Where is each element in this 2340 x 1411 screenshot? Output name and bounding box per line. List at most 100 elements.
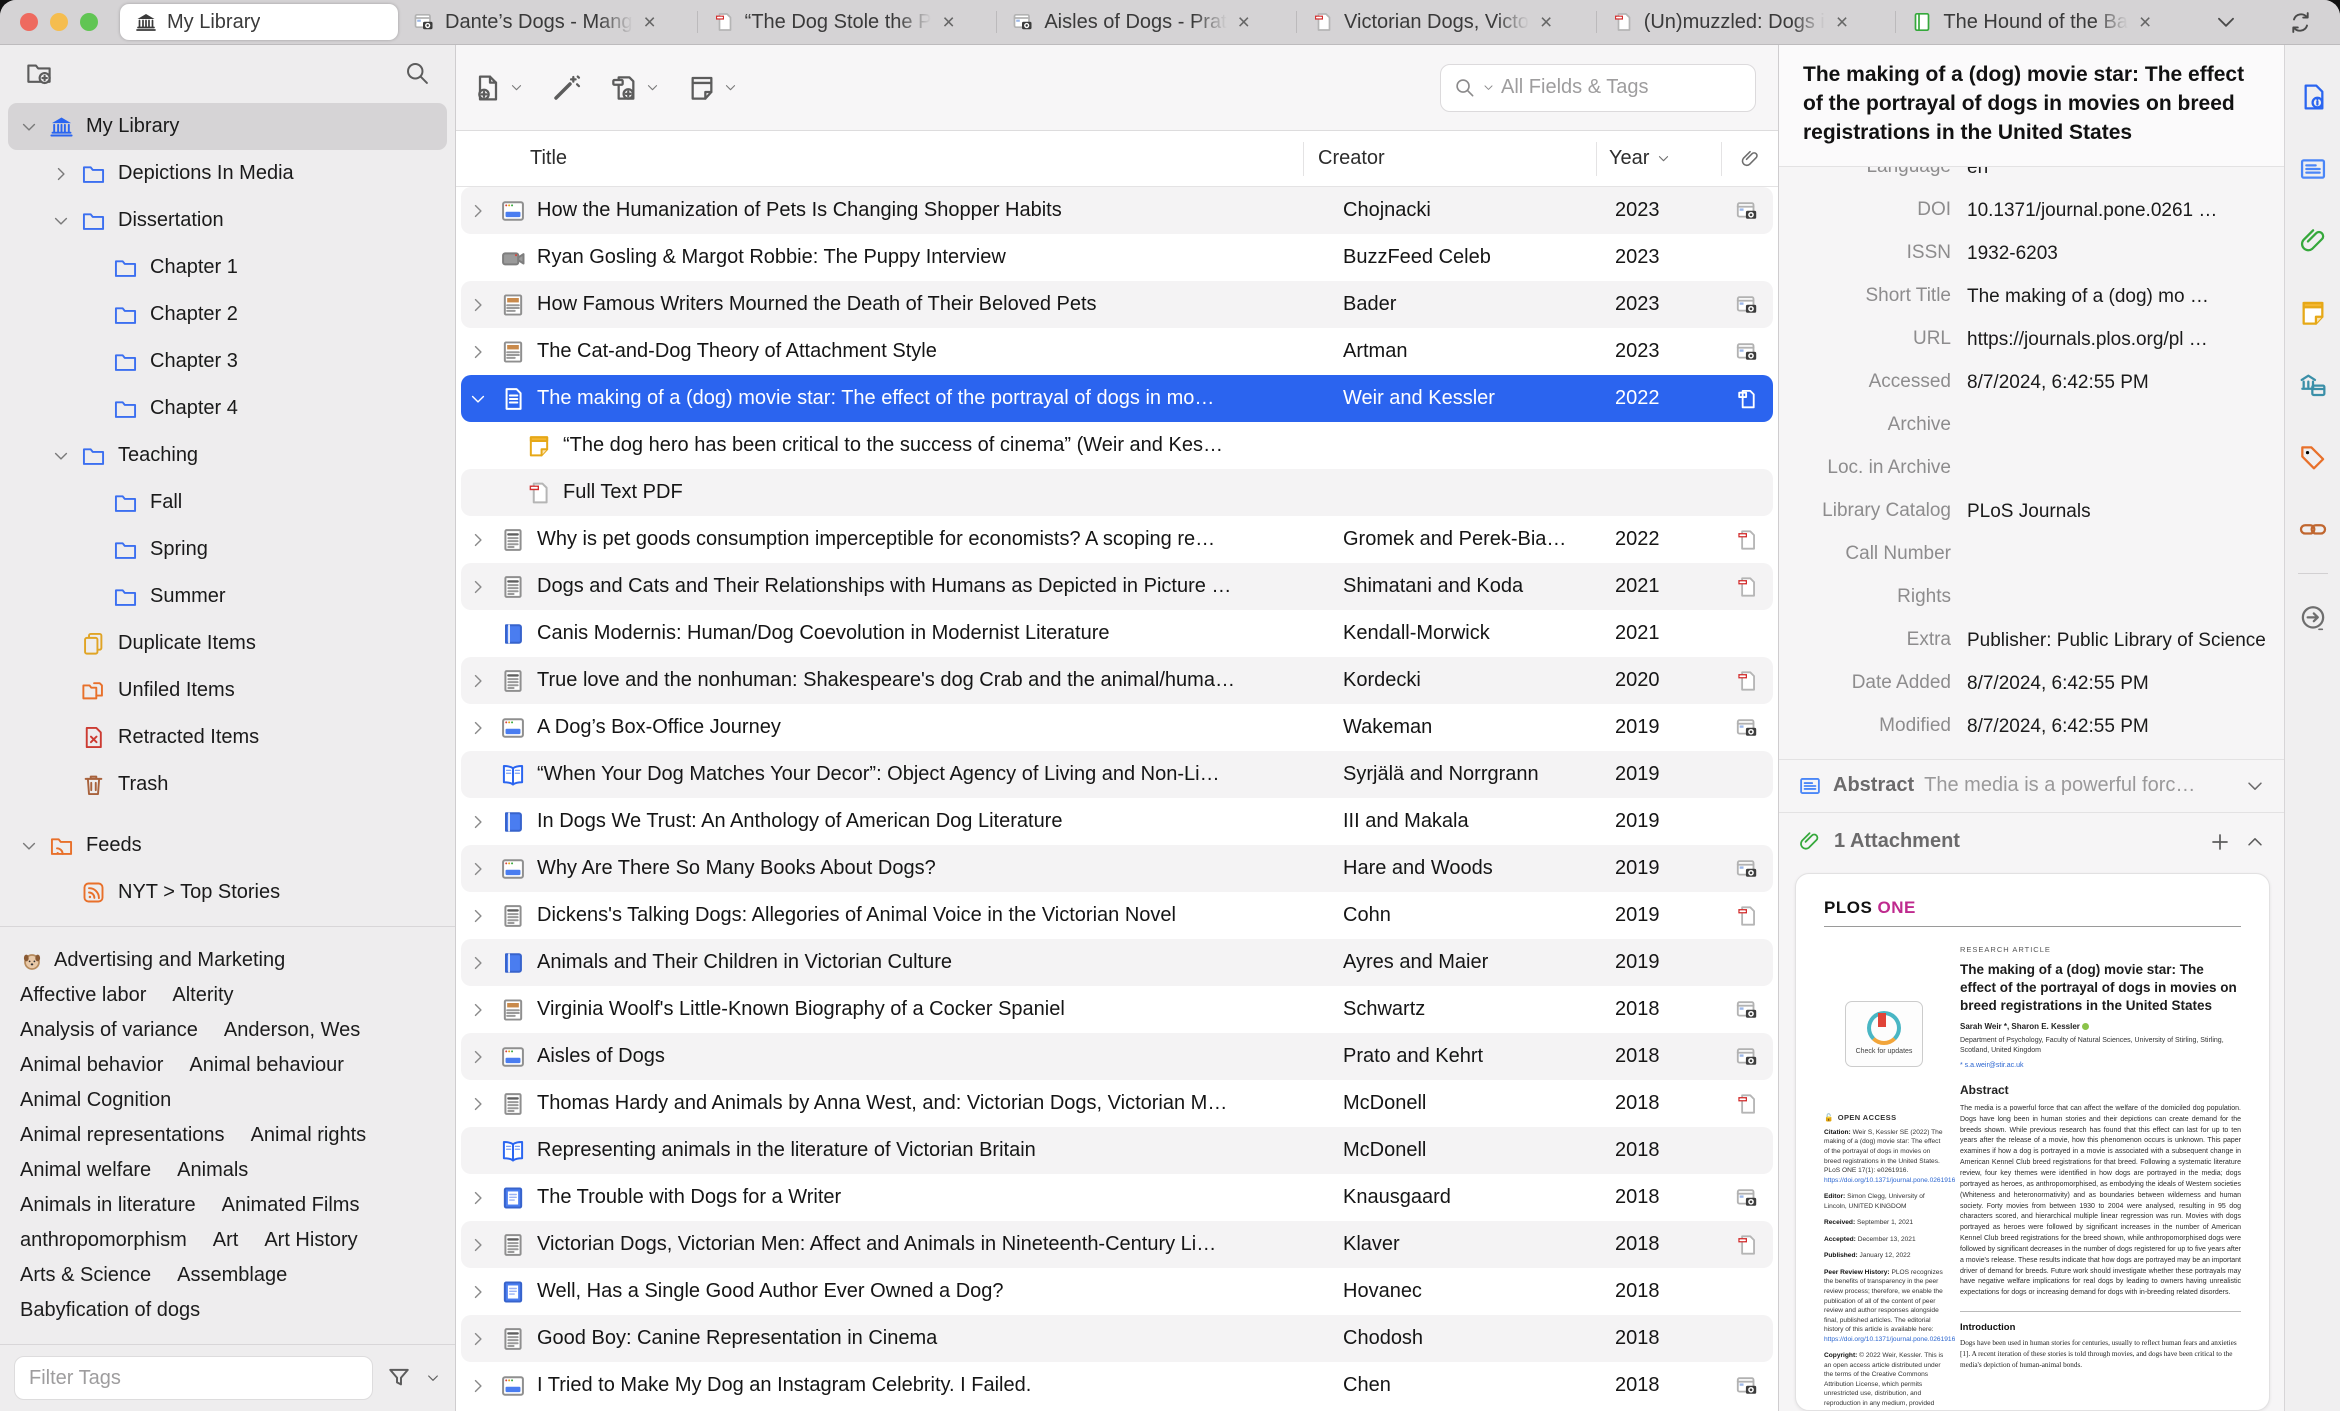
twisty-right-icon[interactable] — [461, 530, 495, 550]
tag-art-history[interactable]: Art History — [264, 1229, 357, 1252]
tag-animal-cognition[interactable]: Animal Cognition — [20, 1089, 171, 1112]
item-row[interactable]: True love and the nonhuman: Shakespeare'… — [461, 657, 1773, 704]
tag-animals[interactable]: Animals — [177, 1159, 248, 1182]
add-by-identifier-button[interactable] — [550, 72, 582, 104]
field-value[interactable]: PLoS Journals — [1967, 500, 2266, 525]
twisty-right-icon[interactable] — [461, 1000, 495, 1020]
tag-babyfication-of-dogs[interactable]: Babyfication of dogs — [20, 1299, 200, 1322]
field-value[interactable]: https://journals.plos.org/pl … — [1967, 328, 2266, 353]
tag-affective-labor[interactable]: Affective labor — [20, 984, 146, 1007]
item-row[interactable]: Good Boy: Canine Representation in Cinem… — [461, 1315, 1773, 1362]
twisty-down-icon[interactable] — [46, 211, 76, 231]
zoom-window-button[interactable] — [80, 13, 98, 31]
add-attachment-plus-icon[interactable] — [2208, 830, 2232, 854]
sidebar-item-duplicate-items[interactable]: Duplicate Items — [8, 620, 447, 667]
tag-animal-behavior[interactable]: Animal behavior — [20, 1054, 163, 1077]
field-value[interactable]: 8/7/2024, 6:42:55 PM — [1967, 371, 2266, 396]
notes-nav-icon[interactable] — [2297, 297, 2329, 329]
twisty-right-icon[interactable] — [461, 859, 495, 879]
tab-my-library[interactable]: My Library — [120, 4, 398, 40]
tag-animals-in-literature[interactable]: Animals in literature — [20, 1194, 196, 1217]
sidebar-item-depictions-in-media[interactable]: Depictions In Media — [8, 150, 447, 197]
item-row[interactable]: How Famous Writers Mourned the Death of … — [461, 281, 1773, 328]
tag-animal-welfare[interactable]: Animal welfare — [20, 1159, 151, 1182]
abstract-row[interactable]: Abstract The media is a powerful forc… — [1779, 758, 2284, 813]
twisty-right-icon[interactable] — [461, 1094, 495, 1114]
item-row[interactable]: Victorian Dogs, Victorian Men: Affect an… — [461, 1221, 1773, 1268]
item-row[interactable]: Well, Has a Single Good Author Ever Owne… — [461, 1268, 1773, 1315]
field-value[interactable]: The making of a (dog) mo … — [1967, 285, 2266, 310]
tag-filter-chevron-icon[interactable] — [425, 1370, 441, 1386]
add-attachment-button[interactable] — [608, 72, 660, 104]
item-row[interactable]: In Dogs We Trust: An Anthology of Americ… — [461, 798, 1773, 845]
twisty-down-icon[interactable] — [14, 117, 44, 137]
tab-document-6[interactable]: The Hound of the Ba × — [1896, 4, 2195, 40]
libraries-collections-nav-icon[interactable] — [2297, 369, 2329, 401]
new-note-button[interactable] — [686, 72, 738, 104]
tag-filter-options-icon[interactable] — [385, 1364, 413, 1392]
item-row[interactable]: How the Humanization of Pets Is Changing… — [461, 187, 1773, 234]
item-row[interactable]: Why Are There So Many Books About Dogs? H… — [461, 845, 1773, 892]
item-row[interactable]: Virginia Woolf's Little-Known Biography … — [461, 986, 1773, 1033]
item-row[interactable]: Aisles of Dogs Prato and Kehrt 2018 — [461, 1033, 1773, 1080]
tab-document-5[interactable]: (Un)muzzled: Dogs i × — [1597, 4, 1896, 40]
sidebar-item-chapter-1[interactable]: Chapter 1 — [8, 244, 447, 291]
sidebar-item-summer[interactable]: Summer — [8, 573, 447, 620]
locate-icon[interactable] — [2297, 602, 2329, 634]
collection-search-button[interactable] — [403, 59, 431, 87]
item-row[interactable]: The Trouble with Dogs for a Writer Knausg… — [461, 1174, 1773, 1221]
sidebar-item-retracted-items[interactable]: Retracted Items — [8, 714, 447, 761]
twisty-right-icon[interactable] — [461, 1047, 495, 1067]
twisty-right-icon[interactable] — [461, 201, 495, 221]
item-child-row[interactable]: Full Text PDF — [461, 469, 1773, 516]
field-value[interactable]: 8/7/2024, 6:42:55 PM — [1967, 672, 2266, 697]
twisty-down-icon[interactable] — [461, 389, 495, 409]
tag-animal-behaviour[interactable]: Animal behaviour — [189, 1054, 344, 1077]
tags-nav-icon[interactable] — [2297, 441, 2329, 473]
item-row[interactable]: “When Your Dog Matches Your Decor”: Obje… — [461, 751, 1773, 798]
close-window-button[interactable] — [20, 13, 38, 31]
field-value[interactable]: 1932-6203 — [1967, 242, 2266, 267]
sidebar-item-dissertation[interactable]: Dissertation — [8, 197, 447, 244]
sidebar-item-unfiled-items[interactable]: Unfiled Items — [8, 667, 447, 714]
tag-anderson-wes[interactable]: Anderson, Wes — [224, 1019, 360, 1042]
tag-arts-science[interactable]: Arts & Science — [20, 1264, 151, 1287]
new-item-button[interactable] — [472, 72, 524, 104]
item-row[interactable]: Why is pet goods consumption imperceptib… — [461, 516, 1773, 563]
sidebar-item-chapter-2[interactable]: Chapter 2 — [8, 291, 447, 338]
sidebar-item-feeds[interactable]: Feeds — [8, 822, 447, 869]
twisty-down-icon[interactable] — [46, 446, 76, 466]
tag-assemblage[interactable]: Assemblage — [177, 1264, 287, 1287]
close-tab-icon[interactable]: × — [942, 12, 954, 33]
twisty-right-icon[interactable] — [461, 812, 495, 832]
twisty-right-icon[interactable] — [461, 342, 495, 362]
item-row[interactable]: Canis Modernis: Human/Dog Coevolution in… — [461, 610, 1773, 657]
column-header-creator[interactable]: Creator — [1303, 141, 1596, 176]
column-header-year[interactable]: Year — [1596, 141, 1721, 176]
sidebar-item-trash[interactable]: Trash — [8, 761, 447, 808]
tag-animated-films[interactable]: Animated Films — [222, 1194, 360, 1217]
field-value[interactable]: 8/7/2024, 6:42:55 PM — [1967, 715, 2266, 740]
chevron-down-icon[interactable] — [2244, 775, 2266, 797]
sidebar-item-my-library[interactable]: My Library — [8, 103, 447, 150]
sidebar-item-nyt-top-stories[interactable]: NYT > Top Stories — [8, 869, 447, 916]
twisty-right-icon[interactable] — [461, 1376, 495, 1396]
twisty-down-icon[interactable] — [14, 836, 44, 856]
tab-document-3[interactable]: Aisles of Dogs - Prat × — [997, 4, 1296, 40]
tab-document-2[interactable]: “The Dog Stole the P × — [698, 4, 997, 40]
item-info-icon[interactable] — [2297, 81, 2329, 113]
item-row[interactable]: Thomas Hardy and Animals by Anna West, a… — [461, 1080, 1773, 1127]
twisty-right-icon[interactable] — [461, 1282, 495, 1302]
attachment-preview-card[interactable]: PLOS ONE Check for updates 🔓 OPEN ACCESS … — [1795, 872, 2270, 1411]
tab-document-4[interactable]: Victorian Dogs, Victo × — [1297, 4, 1596, 40]
sidebar-item-teaching[interactable]: Teaching — [8, 432, 447, 479]
twisty-right-icon[interactable] — [461, 906, 495, 926]
sidebar-item-fall[interactable]: Fall — [8, 479, 447, 526]
tag-alterity[interactable]: Alterity — [172, 984, 233, 1007]
item-row[interactable]: The making of a (dog) movie star: The ef… — [461, 375, 1773, 422]
twisty-right-icon[interactable] — [461, 953, 495, 973]
close-tab-icon[interactable]: × — [1836, 12, 1848, 33]
sync-icon[interactable] — [2287, 9, 2314, 36]
tag-animal-rights[interactable]: Animal rights — [251, 1124, 367, 1147]
tag-art[interactable]: Art — [213, 1229, 239, 1252]
